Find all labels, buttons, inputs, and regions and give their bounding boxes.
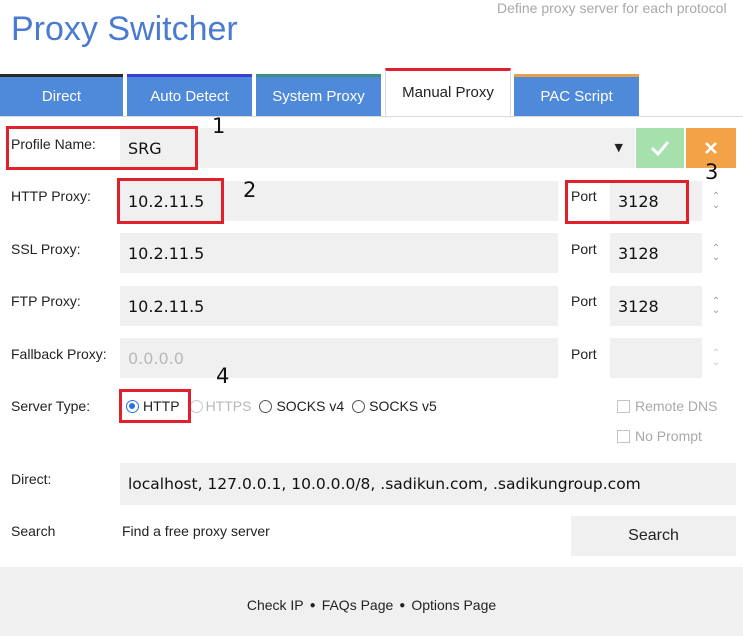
ssl-proxy-label: SSL Proxy:: [11, 241, 81, 257]
options-page-link[interactable]: Options Page: [411, 597, 496, 613]
fallback-proxy-input[interactable]: 0.0.0.0: [120, 338, 558, 378]
separator-dot-icon: ●: [399, 599, 406, 611]
fallback-port-label: Port: [571, 346, 597, 362]
radio-socks-v5[interactable]: SOCKS v5: [352, 398, 437, 414]
radio-icon: [352, 399, 366, 413]
tab-label: PAC Script: [540, 88, 613, 105]
highlight-box-http-radio: [119, 389, 191, 423]
search-button[interactable]: Search: [571, 516, 736, 556]
checkbox-icon: [617, 399, 630, 413]
fallback-port-input[interactable]: [610, 338, 702, 378]
http-proxy-label: HTTP Proxy:: [11, 188, 91, 204]
search-label: Search: [11, 523, 56, 539]
ssl-port-input[interactable]: 3128: [610, 233, 702, 273]
tab-direct[interactable]: Direct: [0, 74, 123, 116]
tab-pac-script[interactable]: PAC Script: [514, 74, 639, 116]
server-type-label: Server Type:: [11, 398, 91, 414]
app-title: Proxy Switcher: [11, 10, 238, 48]
remote-dns-checkbox[interactable]: Remote DNS: [617, 398, 717, 414]
annotation-number: 2: [243, 178, 257, 202]
tab-system-proxy[interactable]: System Proxy: [256, 74, 381, 116]
chevron-down-icon: ⌄: [711, 305, 721, 316]
fallback-port-stepper[interactable]: ⌃ ⌄: [706, 348, 726, 368]
annotation-number: 3: [705, 160, 719, 184]
find-proxy-text: Find a free proxy server: [122, 523, 270, 539]
tab-label: Auto Detect: [150, 88, 229, 105]
radio-socks-v4[interactable]: SOCKS v4: [259, 398, 344, 414]
check-ip-link[interactable]: Check IP: [247, 597, 304, 613]
highlight-box-http: [117, 178, 224, 224]
tab-label: Direct: [41, 88, 82, 105]
no-prompt-checkbox[interactable]: No Prompt: [617, 428, 702, 444]
tab-divider: [0, 116, 743, 117]
ftp-port-stepper[interactable]: ⌃ ⌄: [706, 296, 726, 316]
checkbox-icon: [617, 429, 630, 443]
direct-label: Direct:: [11, 471, 52, 487]
radio-icon: [259, 399, 273, 413]
direct-bypass-input[interactable]: localhost, 127.0.0.1, 10.0.0.0/8, .sadik…: [120, 463, 736, 505]
ftp-proxy-input[interactable]: 10.2.11.5: [120, 286, 558, 326]
ftp-proxy-label: FTP Proxy:: [11, 293, 81, 309]
close-icon: [705, 142, 717, 154]
http-port-stepper[interactable]: ⌃ ⌄: [706, 191, 726, 211]
annotation-number: 1: [212, 114, 226, 138]
annotation-number: 4: [216, 364, 230, 388]
chevron-down-icon: ⌄: [711, 357, 721, 368]
faqs-page-link[interactable]: FAQs Page: [322, 597, 394, 613]
ftp-port-input[interactable]: 3128: [610, 286, 702, 326]
check-icon: [650, 141, 670, 156]
confirm-profile-button[interactable]: [636, 128, 684, 168]
tab-auto-detect[interactable]: Auto Detect: [127, 74, 252, 116]
fallback-proxy-label: Fallback Proxy:: [11, 346, 107, 362]
chevron-down-icon: ⌄: [711, 200, 721, 211]
chevron-down-icon: ▼: [614, 141, 623, 154]
chevron-down-icon: ⌄: [711, 252, 721, 263]
highlight-box-port: [565, 180, 689, 224]
ssl-port-label: Port: [571, 241, 597, 257]
radio-icon: [189, 399, 203, 413]
app-subtitle: Define proxy server for each protocol: [497, 0, 727, 16]
separator-dot-icon: ●: [309, 599, 316, 611]
tab-label: Manual Proxy: [402, 84, 494, 101]
tab-manual-proxy[interactable]: Manual Proxy: [385, 68, 511, 118]
footer-links: Check IP ● FAQs Page ● Options Page: [0, 597, 743, 613]
ssl-proxy-input[interactable]: 10.2.11.5: [120, 233, 558, 273]
highlight-box-profile: [6, 126, 198, 170]
ftp-port-label: Port: [571, 293, 597, 309]
tab-label: System Proxy: [272, 88, 365, 105]
radio-https[interactable]: HTTPS: [189, 398, 251, 414]
ssl-port-stepper[interactable]: ⌃ ⌄: [706, 243, 726, 263]
